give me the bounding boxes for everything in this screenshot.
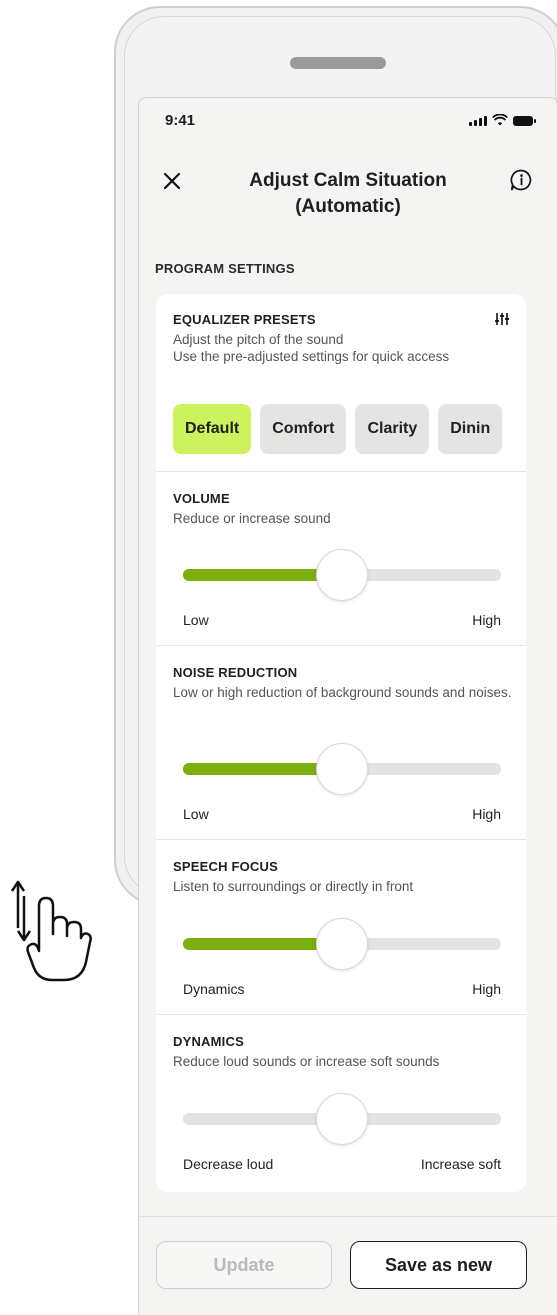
preset-list: Default Comfort Clarity Dinin — [173, 404, 503, 454]
divider — [156, 1014, 526, 1015]
update-button[interactable]: Update — [156, 1241, 332, 1289]
dynamics-slider[interactable] — [183, 1092, 501, 1146]
speech-focus-slider[interactable] — [183, 917, 501, 971]
dynamics-max-label: Increase soft — [420, 1156, 501, 1172]
status-icons — [469, 114, 536, 126]
dynamics-range-labels: Decrease loud Increase soft — [183, 1156, 501, 1172]
info-icon — [510, 169, 532, 191]
equalizer-description: Adjust the pitch of the sound Use the pr… — [173, 331, 509, 365]
noise-reduction-min-label: Low — [183, 806, 209, 822]
dynamics-title: DYNAMICS — [173, 1034, 244, 1049]
divider — [156, 471, 526, 472]
volume-max-label: High — [472, 612, 501, 628]
volume-title: VOLUME — [173, 491, 230, 506]
page-title-line2: (Automatic) — [295, 196, 401, 217]
scroll-gesture-hand-icon — [10, 880, 92, 982]
volume-description: Reduce or increase sound — [173, 511, 331, 526]
equalizer-title: EQUALIZER PRESETS — [173, 312, 316, 327]
bottom-action-bar: Update Save as new — [139, 1216, 557, 1315]
dynamics-min-label: Decrease loud — [183, 1156, 274, 1172]
preset-comfort[interactable]: Comfort — [260, 404, 347, 454]
close-icon — [163, 172, 181, 190]
speech-focus-max-label: High — [472, 981, 501, 997]
dynamics-section: DYNAMICS Reduce loud sounds or increase … — [156, 1034, 526, 1070]
noise-reduction-title: NOISE REDUCTION — [173, 665, 298, 680]
settings-card: EQUALIZER PRESETS Adjust the pitch of th… — [156, 294, 526, 1192]
divider — [156, 645, 526, 646]
noise-reduction-slider[interactable] — [183, 742, 501, 796]
speech-focus-description: Listen to surroundings or directly in fr… — [173, 879, 414, 894]
close-button[interactable] — [159, 168, 185, 194]
volume-section: VOLUME Reduce or increase sound — [156, 491, 526, 527]
speech-focus-min-label: Dynamics — [183, 981, 245, 997]
header: Adjust Calm Situation (Automatic) — [139, 164, 557, 224]
info-button[interactable] — [509, 168, 535, 194]
volume-slider[interactable] — [183, 548, 501, 602]
equalizer-settings-button[interactable] — [494, 312, 510, 331]
equalizer-section: EQUALIZER PRESETS Adjust the pitch of th… — [156, 312, 526, 365]
app-screen: 9:41 Adjust Calm Situation (Automatic) P… — [138, 97, 557, 1315]
equalizer-desc-line2: Use the pre-adjusted settings for quick … — [173, 349, 450, 364]
speech-focus-range-labels: Dynamics High — [183, 981, 501, 997]
save-as-new-button[interactable]: Save as new — [350, 1241, 527, 1289]
section-label-program-settings: PROGRAM SETTINGS — [155, 261, 295, 276]
cellular-signal-icon — [469, 116, 487, 126]
volume-range-labels: Low High — [183, 612, 501, 628]
preset-default[interactable]: Default — [173, 404, 252, 454]
page-title-line1: Adjust Calm Situation — [249, 170, 447, 191]
preset-dining[interactable]: Dinin — [438, 404, 503, 454]
status-bar: 9:41 — [139, 98, 557, 146]
noise-reduction-description: Low or high reduction of background soun… — [173, 685, 512, 700]
equalizer-desc-line1: Adjust the pitch of the sound — [173, 332, 344, 347]
battery-icon — [513, 116, 536, 126]
dynamics-description: Reduce loud sounds or increase soft soun… — [173, 1054, 440, 1069]
status-time: 9:41 — [165, 112, 196, 129]
phone-speaker — [290, 57, 386, 69]
divider — [156, 839, 526, 840]
slider-thumb[interactable] — [316, 743, 368, 795]
wifi-icon — [492, 114, 508, 126]
noise-reduction-section: NOISE REDUCTION Low or high reduction of… — [156, 665, 526, 701]
speech-focus-title: SPEECH FOCUS — [173, 859, 278, 874]
preset-clarity[interactable]: Clarity — [355, 404, 430, 454]
volume-min-label: Low — [183, 612, 209, 628]
page-title: Adjust Calm Situation (Automatic) — [209, 168, 487, 220]
sliders-icon — [495, 313, 509, 325]
slider-thumb[interactable] — [316, 1093, 368, 1145]
slider-thumb[interactable] — [316, 549, 368, 601]
speech-focus-section: SPEECH FOCUS Listen to surroundings or d… — [156, 859, 526, 895]
slider-thumb[interactable] — [316, 918, 368, 970]
noise-reduction-range-labels: Low High — [183, 806, 501, 822]
noise-reduction-max-label: High — [472, 806, 501, 822]
